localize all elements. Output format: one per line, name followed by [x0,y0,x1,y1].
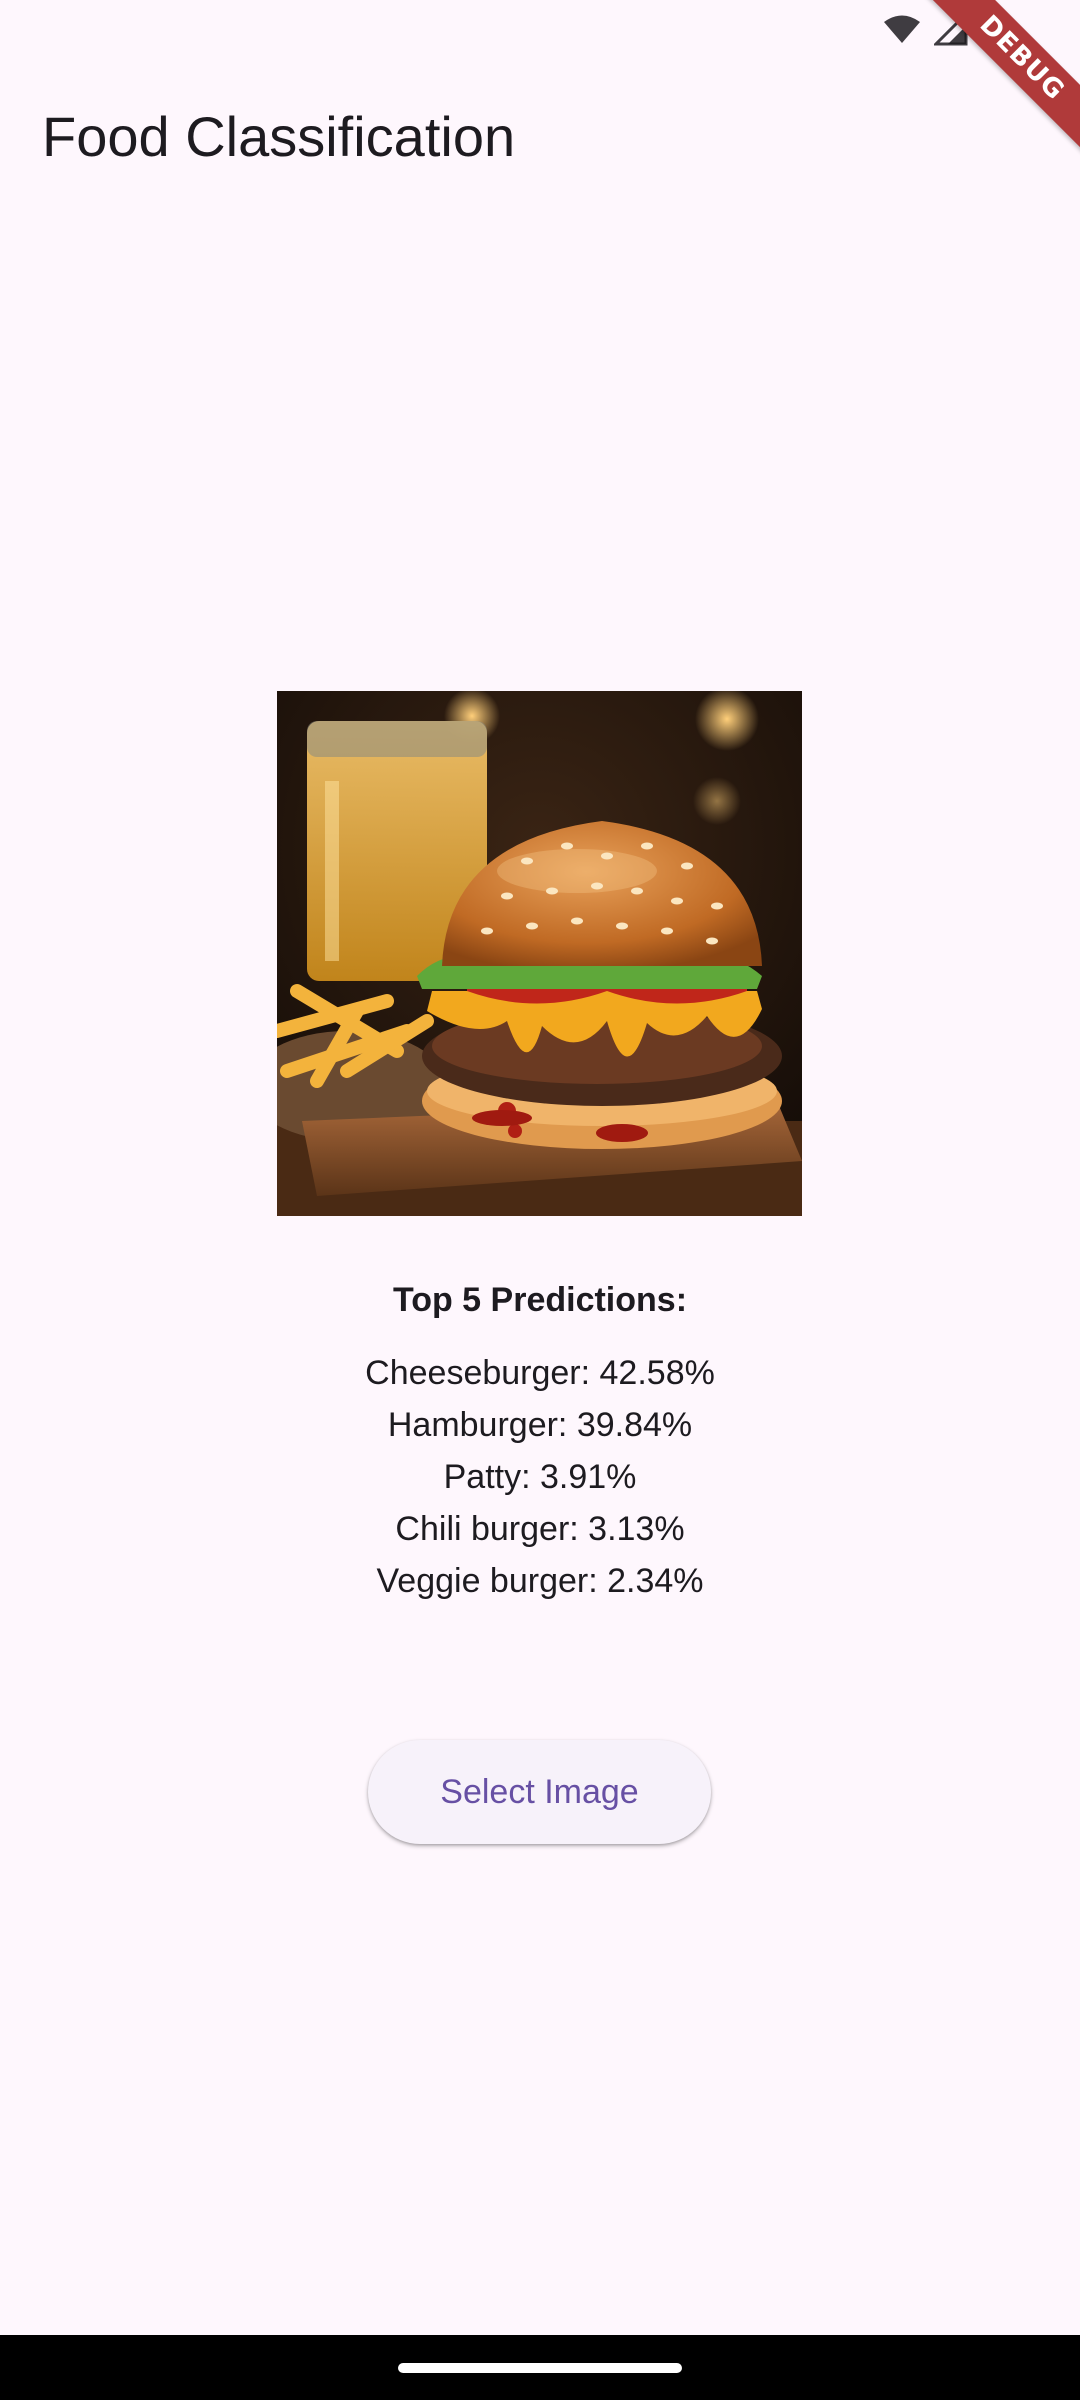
prediction-item: Chili burger: 3.13% [395,1510,685,1548]
cellular-signal-icon [934,12,968,46]
prediction-item: Veggie burger: 2.34% [376,1562,704,1600]
predictions-section: Top 5 Predictions: Cheeseburger: 42.58% … [0,1275,1080,1607]
system-navigation-bar [0,2335,1080,2400]
predictions-list: Cheeseburger: 42.58% Hamburger: 39.84% P… [0,1347,1080,1607]
main-content: Top 5 Predictions: Cheeseburger: 42.58% … [0,210,1080,2335]
wifi-icon [882,13,922,45]
page-title: Food Classification [42,105,516,168]
prediction-item: Hamburger: 39.84% [387,1406,693,1444]
prediction-item: Patty: 3.91% [443,1458,637,1496]
predictions-heading: Top 5 Predictions: [392,1281,688,1319]
status-icons [882,12,1000,46]
status-bar [0,0,1080,60]
food-image [277,691,802,1216]
select-image-button[interactable]: Select Image [368,1740,711,1844]
app-bar: Food Classification [0,60,1080,210]
home-gesture-handle[interactable] [398,2363,682,2373]
battery-icon [980,12,1000,46]
prediction-item: Cheeseburger: 42.58% [365,1354,715,1392]
